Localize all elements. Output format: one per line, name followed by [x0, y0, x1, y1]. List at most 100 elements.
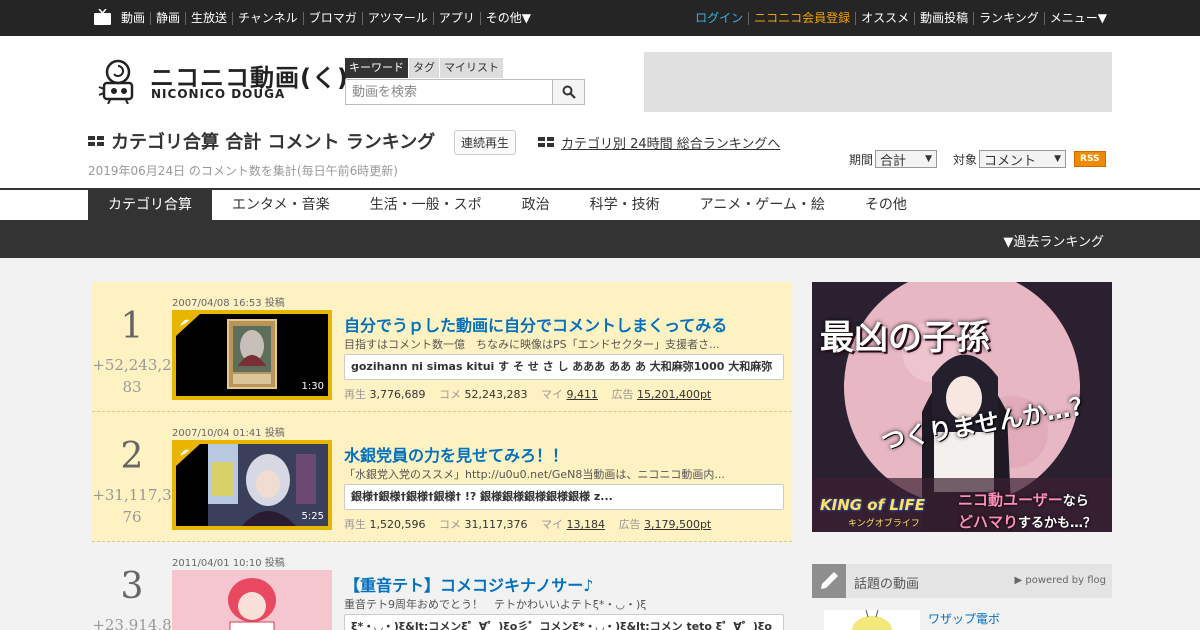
video-description: 「水銀党入党のススメ」http://u0u0.net/GeN8当動画は、ニコニコ…	[344, 468, 725, 481]
ad-headline: 最凶の子孫	[820, 318, 990, 358]
tab-anime-game-art[interactable]: アニメ・ゲーム・絵	[680, 190, 845, 220]
ad-label: 広告	[611, 388, 634, 401]
video-thumbnail[interactable]: 1:30	[172, 310, 332, 400]
ad-label: 広告	[618, 518, 641, 531]
rank-points: +31,117,376	[92, 486, 172, 526]
target-label: 対象	[953, 152, 978, 167]
ad-copy-4: するかも…？	[1018, 516, 1097, 531]
nav-upload[interactable]: 動画投稿	[914, 11, 973, 25]
continuous-play-button[interactable]: 連続再生	[454, 130, 517, 155]
ad-copy-3: どハマり	[958, 513, 1019, 531]
rank-number: 1	[120, 306, 144, 347]
mylist-count-link[interactable]: 9,411	[566, 388, 598, 401]
video-thumbnail[interactable]: 5:25	[172, 440, 332, 530]
mylist-label: マイ	[540, 388, 563, 401]
header-ad-banner[interactable]	[644, 52, 1112, 112]
nav-blomaga[interactable]: ブロマガ	[302, 11, 362, 25]
target-value: コメント	[984, 153, 1037, 169]
tab-category-all[interactable]: カテゴリ合算	[88, 190, 212, 220]
nav-atsumaru[interactable]: アツマール	[361, 11, 433, 25]
powered-by-flog-link[interactable]: ▶ powered by flog	[1015, 575, 1106, 586]
search-button[interactable]	[552, 80, 584, 104]
nav-ranking[interactable]: ランキング	[973, 11, 1044, 25]
nav-other[interactable]: その他▼	[479, 11, 536, 25]
search-type-tabs: キーワード タグ マイリスト	[345, 58, 504, 78]
sidebar-ad-banner[interactable]: 最凶の子孫 つくりませんか…？ KING of LIFE キングオブライフ ニコ…	[812, 282, 1112, 532]
latest-comments: gozihann ni simas kitui す そ せ さ し あああ ああ…	[344, 354, 784, 380]
video-duration: 1:30	[301, 381, 324, 392]
video-title-link[interactable]: 自分でうｐした動画に自分でコメントしまくってみる	[344, 312, 727, 336]
video-title-link[interactable]: 水銀党員の力を見せてみろ！！	[344, 442, 568, 466]
ranking-item: 2 +31,117,376 2007/10/04 01:41 投稿 5:25 水…	[92, 412, 792, 542]
search-tab-tag[interactable]: タグ	[409, 58, 439, 78]
nav-seiga[interactable]: 静画	[150, 11, 185, 25]
comments-count: 31,117,376	[464, 518, 528, 531]
search-tab-mylist[interactable]: マイリスト	[440, 58, 503, 78]
period-value: 合計	[880, 153, 907, 169]
latest-comments: 銀様†銀様†銀様†銀様† !? 銀様銀様銀様銀様銀様 z...	[344, 484, 784, 510]
ad-points-link[interactable]: 15,201,400pt	[637, 388, 711, 401]
nav-live[interactable]: 生放送	[185, 11, 232, 25]
category-grid-icon	[538, 137, 554, 148]
nav-channel[interactable]: チャンネル	[232, 11, 303, 25]
nav-menu[interactable]: メニュー▼	[1043, 11, 1112, 25]
category-24h-link[interactable]: カテゴリ別 24時間 総合ランキングへ	[538, 133, 780, 152]
login-link[interactable]: ログイン	[690, 11, 748, 25]
global-nav-right: ログイン ニコニコ会員登録 オススメ 動画投稿 ランキング メニュー▼	[690, 0, 1112, 36]
nav-recommend[interactable]: オススメ	[855, 11, 914, 25]
topic-video-thumbnail[interactable]	[824, 610, 920, 630]
comments-count: 52,243,283	[464, 388, 528, 401]
dropdown-arrow-icon: ▼	[1054, 154, 1062, 164]
comment-flag-icon	[176, 444, 200, 466]
period-select[interactable]: 合計 ▼	[875, 150, 938, 169]
global-navbar: 動画 静画 生放送 チャンネル ブロマガ アツマール アプリ その他▼ ログイン…	[0, 0, 1200, 36]
thumbnail-image	[172, 570, 332, 630]
category-tabs: カテゴリ合算 エンタメ・音楽 生活・一般・スポ 政治 科学・技術 アニメ・ゲーム…	[88, 190, 927, 220]
title-area: カテゴリ合算 合計 コメント ランキング 連続再生 カテゴリ別 24時間 総合ラ…	[88, 128, 780, 179]
video-title-link[interactable]: 【重音テト】コメコジキナノサー♪	[344, 572, 593, 596]
register-link[interactable]: ニコニコ会員登録	[748, 11, 855, 25]
niconico-logo[interactable]: ニコニコ動画(く) NICONICO DOUGA	[96, 56, 348, 104]
topic-videos-header: 話題の動画 ▶ powered by flog	[812, 564, 1112, 598]
mylist-count-link[interactable]: 13,184	[566, 518, 605, 531]
search-icon	[562, 85, 576, 99]
tab-entertainment-music[interactable]: エンタメ・音楽	[212, 190, 350, 220]
ad-copy-2: なら	[1062, 494, 1089, 509]
rank-number: 2	[120, 436, 144, 477]
views-count: 1,520,596	[369, 518, 426, 531]
category-24h-link-text: カテゴリ別 24時間 総合ランキングへ	[561, 137, 781, 152]
logo-subtext: NICONICO DOUGA	[151, 87, 286, 101]
page-title-text: カテゴリ合算 合計 コメント ランキング	[111, 132, 436, 153]
rss-button[interactable]: RSS	[1074, 151, 1106, 167]
topic-videos-title: 話題の動画	[854, 577, 920, 592]
video-description: 目指すはコメント数一億 ちなみに映像はPS「エンドセクター」支援者さ...	[344, 338, 720, 351]
ranking-grid-icon	[88, 135, 104, 147]
ad-points-link[interactable]: 3,179,500pt	[644, 518, 711, 531]
comments-label: コメ	[438, 388, 461, 401]
past-ranking-toggle[interactable]: ▼過去ランキング	[1003, 231, 1104, 250]
topic-pen-icon-box	[812, 564, 846, 598]
search-tab-keyword[interactable]: キーワード	[345, 58, 408, 78]
pen-icon	[821, 572, 838, 589]
search-input[interactable]	[346, 80, 552, 104]
dropdown-arrow-icon: ▼	[925, 154, 933, 164]
teto-artwork-image	[172, 570, 332, 630]
niconico-tv-icon[interactable]	[94, 9, 111, 25]
ad-brand-logo: KING of LIFE	[820, 496, 925, 514]
target-select[interactable]: コメント ▼	[979, 150, 1067, 169]
nav-app[interactable]: アプリ	[432, 11, 480, 25]
mylist-label: マイ	[540, 518, 563, 531]
tab-politics[interactable]: 政治	[502, 190, 570, 220]
nav-video[interactable]: 動画	[116, 11, 150, 25]
tab-life-general-sports[interactable]: 生活・一般・スポ	[350, 190, 502, 220]
topic-video-title-link[interactable]: ワザップ電ボ	[928, 610, 1000, 627]
global-nav-left: 動画 静画 生放送 チャンネル ブロマガ アツマール アプリ その他▼	[116, 0, 536, 36]
video-description: 重音テト9周年おめでとう！ テトかわいいよテトξ*・◡・)ξ	[344, 598, 647, 611]
ranking-subtitle: 2019年06月24日 のコメント数を集計(毎日午前6時更新)	[88, 164, 398, 178]
views-count: 3,776,689	[369, 388, 426, 401]
page-title: カテゴリ合算 合計 コメント ランキング	[88, 128, 435, 154]
ad-brand-subtitle: キングオブライフ	[848, 519, 920, 529]
tab-science-tech[interactable]: 科学・技術	[570, 190, 680, 220]
video-thumbnail[interactable]	[172, 570, 332, 630]
tab-other[interactable]: その他	[845, 190, 927, 220]
